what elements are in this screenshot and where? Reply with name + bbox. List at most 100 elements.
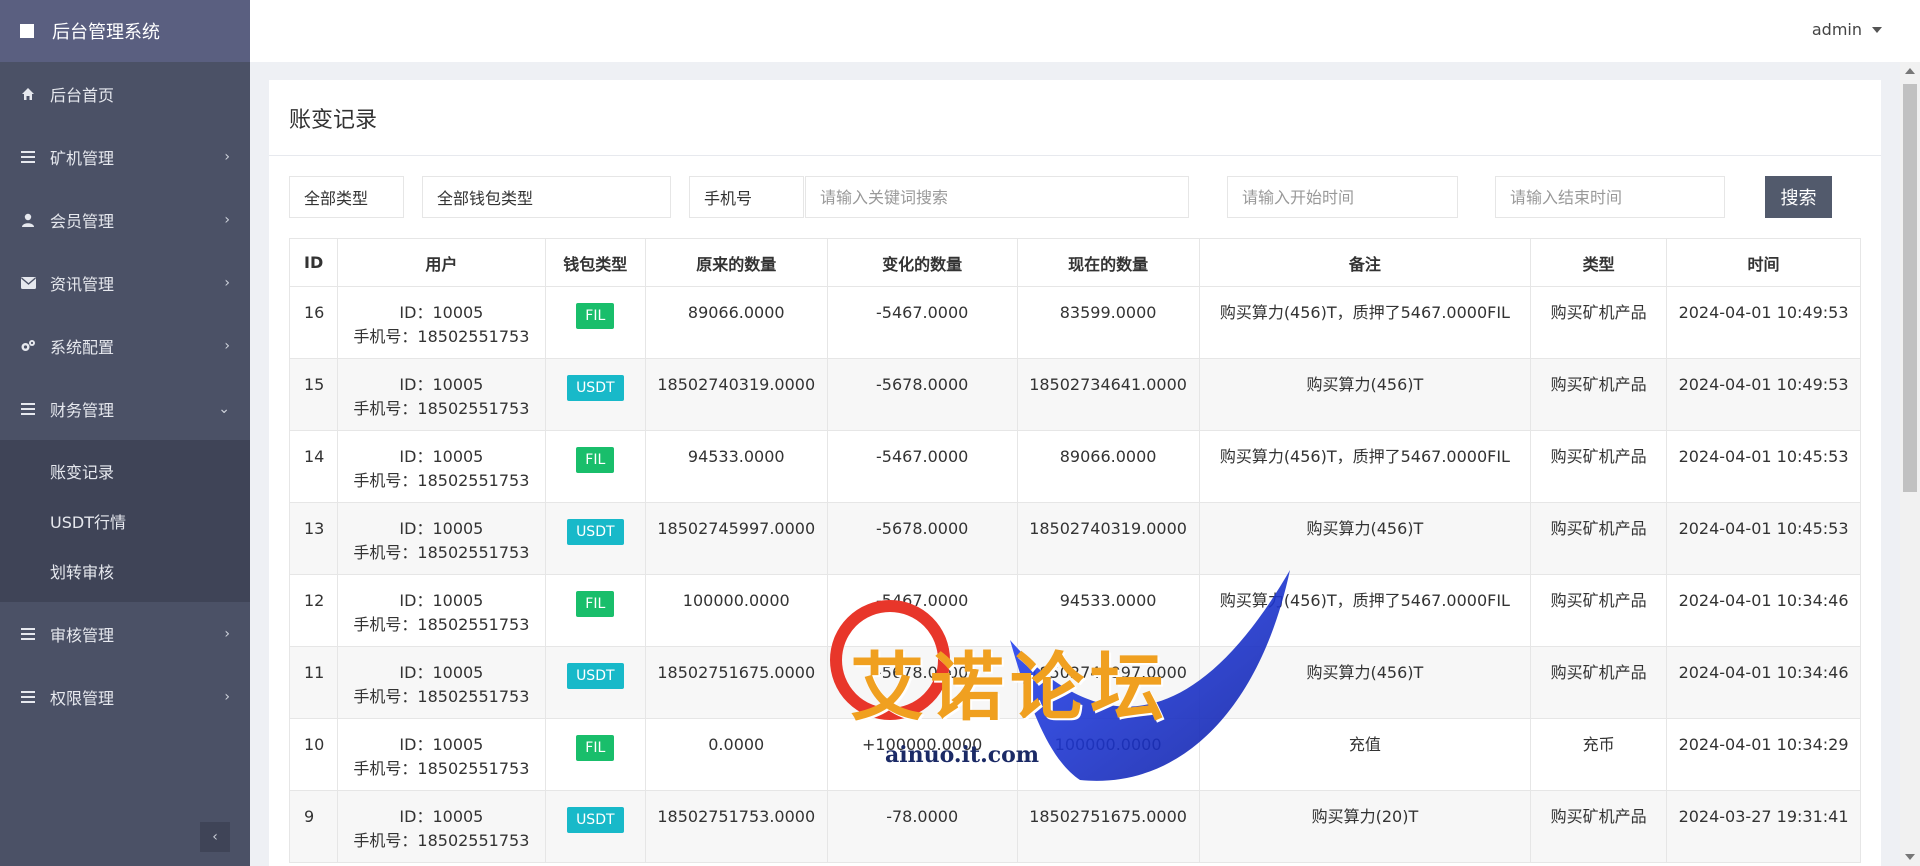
sidebar-subitem-2[interactable]: 划转审核 (0, 546, 250, 596)
brand[interactable]: 后台管理系统 (0, 0, 250, 62)
sidebar-item-label: 审核管理 (50, 625, 115, 645)
table-row[interactable]: 13 ID：10005 手机号：18502551753 USDT 18502745997… (289, 502, 1861, 575)
sidebar-item-2[interactable]: 会员管理 › (0, 188, 250, 251)
cell-time: 2024-04-01 10:34:46 (1666, 574, 1861, 647)
keyword-input[interactable] (820, 187, 1188, 207)
wallet-badge: USDT (567, 519, 624, 545)
sidebar-item-3[interactable]: 资讯管理 › (0, 251, 250, 314)
end-time-box[interactable] (1495, 176, 1725, 218)
search-button[interactable]: 搜索 (1765, 176, 1832, 218)
sidebar-item-after-0[interactable]: 审核管理 › (0, 602, 250, 665)
envelope-icon (20, 276, 36, 289)
wallet-badge: FIL (576, 303, 615, 329)
table-row[interactable]: 14 ID：10005 手机号：18502551753 FIL 94533.0000 -5… (289, 430, 1861, 503)
cell-after: 94533.0000 (1016, 574, 1200, 647)
table-header-row: ID 用户 钱包类型 原来的数量 变化的数量 现在的数量 备注 类型 时间 (289, 238, 1861, 287)
cell-remark: 购买算力(456)T (1198, 646, 1532, 719)
cell-user: ID：10005 手机号：18502551753 (336, 718, 546, 791)
user-id: ID：10005 (399, 735, 484, 754)
table-row[interactable]: 11 ID：10005 手机号：18502551753 USDT 18502751675… (289, 646, 1861, 719)
user-id: ID：10005 (399, 807, 484, 826)
user-phone: 手机号：18502551753 (353, 687, 530, 706)
cell-after: 18502740319.0000 (1016, 502, 1200, 575)
cell-user: ID：10005 手机号：18502551753 (336, 286, 546, 359)
cell-before: 100000.0000 (644, 574, 828, 647)
chevron-right-icon: › (224, 625, 230, 642)
page-scrollbar[interactable] (1900, 62, 1920, 866)
cell-wallet: FIL (544, 430, 646, 503)
column-header[interactable]: 用户 (336, 238, 546, 287)
table-row[interactable]: 12 ID：10005 手机号：18502551753 FIL 100000.0000-… (289, 574, 1861, 647)
sidebar-item-after-1[interactable]: 权限管理 › (0, 665, 250, 728)
user-phone: 手机号：18502551753 (353, 399, 530, 418)
user-menu[interactable]: admin (1812, 20, 1882, 39)
column-header[interactable]: 类型 (1530, 238, 1668, 287)
sidebar-item-label: 系统配置 (50, 337, 115, 357)
cell-before: 0.0000 (644, 718, 828, 791)
sidebar-item-label: 会员管理 (50, 211, 115, 231)
column-header[interactable]: ID (289, 238, 338, 287)
column-header[interactable]: 备注 (1198, 238, 1532, 287)
scroll-down-arrow-icon[interactable] (1905, 854, 1915, 860)
start-time-input[interactable] (1242, 187, 1457, 207)
sidebar-item-4[interactable]: 系统配置 › (0, 314, 250, 377)
cell-change: +100000.0000 (826, 718, 1018, 791)
finance-subnav: 账变记录 USDT行情 划转审核 (0, 440, 250, 602)
list-icon (20, 402, 36, 415)
cell-wallet: USDT (544, 790, 646, 863)
cell-wallet: FIL (544, 574, 646, 647)
chevron-right-icon: › (224, 337, 230, 354)
cell-type: 购买矿机产品 (1530, 358, 1668, 431)
end-time-input[interactable] (1510, 187, 1724, 207)
cell-wallet: FIL (544, 718, 646, 791)
collapse-sidebar-button[interactable]: ‹ (200, 822, 230, 852)
cell-time: 2024-04-01 10:34:29 (1666, 718, 1861, 791)
table-row[interactable]: 15 ID：10005 手机号：18502551753 USDT 18502740319… (289, 358, 1861, 431)
cell-id: 15 (289, 358, 338, 431)
wallet-badge: USDT (567, 663, 624, 689)
cell-after: 18502751675.0000 (1016, 790, 1200, 863)
table-row[interactable]: 10 ID：10005 手机号：18502551753 FIL 0.0000 +10000… (289, 718, 1861, 791)
user-phone: 手机号：18502551753 (353, 543, 530, 562)
column-header[interactable]: 现在的数量 (1016, 238, 1200, 287)
column-header[interactable]: 钱包类型 (544, 238, 646, 287)
sidebar-subitem-1[interactable]: USDT行情 (0, 496, 250, 546)
column-header[interactable]: 原来的数量 (644, 238, 828, 287)
chevron-right-icon: › (224, 274, 230, 291)
sidebar-item-1[interactable]: 矿机管理 › (0, 125, 250, 188)
cell-user: ID：10005 手机号：18502551753 (336, 502, 546, 575)
user-id: ID：10005 (399, 591, 484, 610)
cell-remark: 购买算力(456)T (1198, 502, 1532, 575)
cell-wallet: FIL (544, 286, 646, 359)
table-row[interactable]: 16 ID：10005 手机号：18502551753 FIL 89066.0000 -5… (289, 286, 1861, 359)
cell-id: 16 (289, 286, 338, 359)
list-icon (20, 690, 36, 703)
field-select[interactable]: 手机号 (689, 176, 804, 218)
cell-user: ID：10005 手机号：18502551753 (336, 430, 546, 503)
start-time-box[interactable] (1227, 176, 1458, 218)
wallet-badge: FIL (576, 591, 615, 617)
cell-id: 10 (289, 718, 338, 791)
cell-before: 94533.0000 (644, 430, 828, 503)
keyword-input-box[interactable] (805, 176, 1189, 218)
sidebar-item-0[interactable]: 后台首页 (0, 62, 250, 125)
column-header[interactable]: 时间 (1666, 238, 1861, 287)
scroll-up-arrow-icon[interactable] (1905, 68, 1915, 74)
cell-type: 购买矿机产品 (1530, 646, 1668, 719)
cell-remark: 购买算力(456)T，质押了5467.0000FIL (1198, 574, 1532, 647)
page-title: 账变记录 (269, 80, 1881, 156)
scroll-thumb[interactable] (1903, 84, 1917, 492)
sidebar-item-5[interactable]: 财务管理 ⌄ (0, 377, 250, 440)
cell-wallet: USDT (544, 502, 646, 575)
user-phone: 手机号：18502551753 (353, 759, 530, 778)
cell-user: ID：10005 手机号：18502551753 (336, 646, 546, 719)
type-select[interactable]: 全部类型 (289, 176, 404, 218)
wallet-badge: USDT (567, 375, 624, 401)
sidebar-subitem-0[interactable]: 账变记录 (0, 446, 250, 496)
column-header[interactable]: 变化的数量 (826, 238, 1018, 287)
wallet-select[interactable]: 全部钱包类型 (422, 176, 671, 218)
user-phone: 手机号：18502551753 (353, 471, 530, 490)
table-row[interactable]: 9 ID：10005 手机号：18502551753 USDT 18502751753.… (289, 790, 1861, 863)
cell-type: 充币 (1530, 718, 1668, 791)
logo-square-icon (20, 24, 34, 38)
